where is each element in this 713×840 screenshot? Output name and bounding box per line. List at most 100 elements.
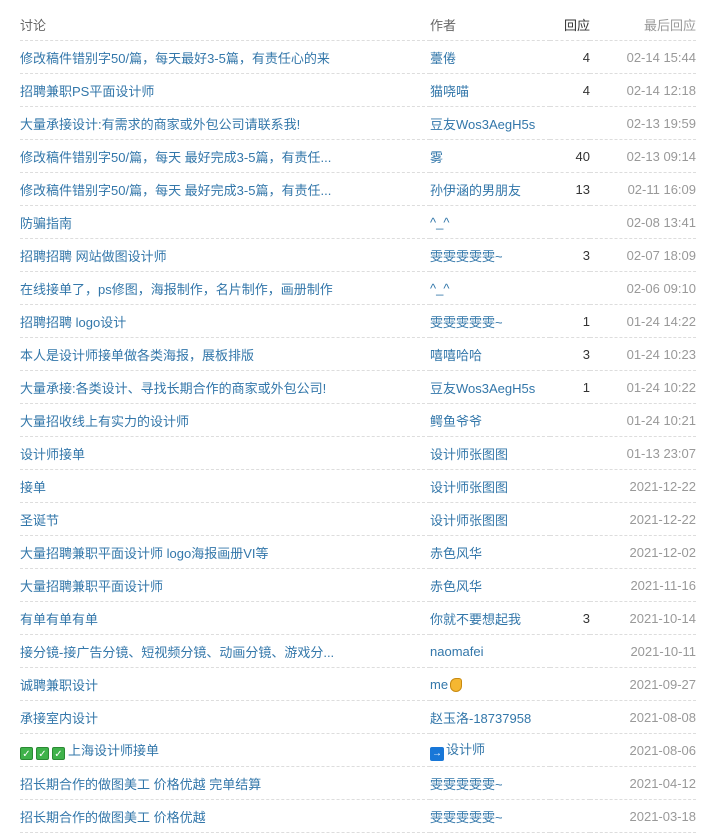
table-row: ✓ ✓ ✓ 上海设计师接单 → 设计师 2021-08-06 — [20, 733, 696, 767]
table-row: 承接室内设计 赵玉洛-18737958 2021-08-08 — [20, 700, 696, 734]
title-cell: 大量招聘兼职平面设计师 — [20, 568, 430, 602]
author-cell: me — [430, 667, 550, 701]
table-row: 大量招聘兼职平面设计师 赤色风华 2021-11-16 — [20, 568, 696, 602]
table-row: 本人是设计师接单做各类海报，展板排版 嘻嘻哈哈 3 01-24 10:23 — [20, 337, 696, 371]
title-cell: 本人是设计师接单做各类海报，展板排版 — [20, 337, 430, 371]
discussion-table: 讨论 作者 回应 最后回应 修改稿件错别字50/篇，每天最好3-5篇，有责任心的… — [20, 8, 696, 833]
author-link[interactable]: 雯雯雯雯雯~ — [430, 315, 503, 330]
topic-link[interactable]: 招长期合作的做图美工 价格优越 完单结算 — [20, 777, 261, 792]
author-link[interactable]: 孙伊涵的男朋友 — [430, 183, 521, 198]
table-row: 大量承接:各类设计、寻找长期合作的商家或外包公司! 豆友Wos3AegH5s 1 01… — [20, 370, 696, 404]
topic-link[interactable]: 设计师接单 — [20, 447, 85, 462]
author-link[interactable]: 雯雯雯雯雯~ — [430, 249, 503, 264]
last-reply-time: 02-06 09:10 — [590, 271, 696, 305]
last-reply-time: 2021-12-22 — [590, 469, 696, 503]
author-link[interactable]: 赵玉洛-18737958 — [430, 711, 531, 726]
last-reply-time: 2021-08-08 — [590, 700, 696, 734]
topic-link[interactable]: 招聘招聘 网站做图设计师 — [20, 249, 167, 264]
last-reply-time: 02-07 18:09 — [590, 238, 696, 272]
topic-link[interactable]: 招聘招聘 logo设计 — [20, 315, 126, 330]
topic-link[interactable]: 接单 — [20, 480, 46, 495]
author-link[interactable]: naomafei — [430, 644, 483, 659]
author-link[interactable]: 设计师 — [446, 742, 485, 757]
reply-count — [550, 106, 590, 140]
reply-count: 3 — [550, 601, 590, 635]
topic-link[interactable]: 在线接单了，ps修图，海报制作，名片制作，画册制作 — [20, 282, 333, 297]
title-cell: 圣诞节 — [20, 502, 430, 536]
topic-link[interactable]: 大量承接设计:有需求的商家或外包公司请联系我! — [20, 117, 300, 132]
last-reply-time: 02-13 09:14 — [590, 139, 696, 173]
author-cell: 雯雯雯雯雯~ — [430, 799, 550, 833]
author-link[interactable]: ^_^ — [430, 281, 449, 296]
title-cell: 招聘招聘 logo设计 — [20, 304, 430, 338]
header-author: 作者 — [430, 8, 550, 41]
topic-link[interactable]: 修改稿件错别字50/篇，每天 最好完成3-5篇，有责任... — [20, 183, 331, 198]
author-cell: 薹倦 — [430, 40, 550, 74]
author-link[interactable]: 你就不要想起我 — [430, 612, 521, 627]
author-cell: 鳄鱼爷爷 — [430, 403, 550, 437]
title-cell: 大量招收线上有实力的设计师 — [20, 403, 430, 437]
author-link[interactable]: 雯雯雯雯雯~ — [430, 810, 503, 825]
topic-link[interactable]: 承接室内设计 — [20, 711, 98, 726]
topic-link[interactable]: 修改稿件错别字50/篇，每天 最好完成3-5篇，有责任... — [20, 150, 331, 165]
author-link[interactable]: ^_^ — [430, 215, 449, 230]
author-cell: 孙伊涵的男朋友 — [430, 172, 550, 206]
topic-link[interactable]: 防骗指南 — [20, 216, 72, 231]
author-link[interactable]: 雾 — [430, 150, 443, 165]
reply-count — [550, 634, 590, 668]
topic-link[interactable]: 大量承接:各类设计、寻找长期合作的商家或外包公司! — [20, 381, 326, 396]
title-cell: 承接室内设计 — [20, 700, 430, 734]
table-row: 大量承接设计:有需求的商家或外包公司请联系我! 豆友Wos3AegH5s 02-13… — [20, 106, 696, 140]
topic-link[interactable]: 大量招聘兼职平面设计师 — [20, 579, 163, 594]
reply-count — [550, 799, 590, 833]
author-link[interactable]: 赤色风华 — [430, 579, 482, 594]
author-cell: 嘻嘻哈哈 — [430, 337, 550, 371]
topic-link[interactable]: 大量招收线上有实力的设计师 — [20, 414, 189, 429]
last-reply-time: 02-14 12:18 — [590, 73, 696, 107]
table-row: 诚聘兼职设计 me 2021-09-27 — [20, 667, 696, 701]
topic-link[interactable]: 修改稿件错别字50/篇，每天最好3-5篇，有责任心的来 — [20, 51, 330, 66]
check-mark-icon: ✓ — [20, 747, 33, 760]
topic-link[interactable]: 诚聘兼职设计 — [20, 678, 98, 693]
reply-count — [550, 436, 590, 470]
table-row: 有单有单有单 你就不要想起我 3 2021-10-14 — [20, 601, 696, 635]
topic-link[interactable]: 接分镜-接广告分镜、短视频分镜、动画分镜、游戏分... — [20, 645, 334, 660]
author-link[interactable]: 猫哓喵 — [430, 84, 469, 99]
reply-count: 3 — [550, 337, 590, 371]
table-row: 圣诞节 设计师张图图 2021-12-22 — [20, 502, 696, 536]
table-row: 招聘招聘 logo设计 雯雯雯雯雯~ 1 01-24 14:22 — [20, 304, 696, 338]
last-reply-time: 2021-04-12 — [590, 766, 696, 800]
last-reply-time: 01-24 10:23 — [590, 337, 696, 371]
header-replies: 回应 — [550, 8, 590, 41]
author-link[interactable]: 雯雯雯雯雯~ — [430, 777, 503, 792]
reply-count — [550, 502, 590, 536]
topic-link[interactable]: 圣诞节 — [20, 513, 59, 528]
topic-link[interactable]: 上海设计师接单 — [68, 743, 159, 758]
topic-link[interactable]: 有单有单有单 — [20, 612, 98, 627]
author-link[interactable]: 豆友Wos3AegH5s — [430, 117, 535, 132]
title-cell: 在线接单了，ps修图，海报制作，名片制作，画册制作 — [20, 271, 430, 305]
author-link[interactable]: 设计师张图图 — [430, 480, 508, 495]
author-link[interactable]: 赤色风华 — [430, 546, 482, 561]
author-cell: 设计师张图图 — [430, 469, 550, 503]
reply-count — [550, 733, 590, 767]
topic-link[interactable]: 招聘兼职PS平面设计师 — [20, 84, 154, 99]
author-link[interactable]: 设计师张图图 — [430, 447, 508, 462]
topic-link[interactable]: 大量招聘兼职平面设计师 logo海报画册VI等 — [20, 546, 268, 561]
last-reply-time: 2021-12-22 — [590, 502, 696, 536]
table-row: 大量招收线上有实力的设计师 鳄鱼爷爷 01-24 10:21 — [20, 403, 696, 437]
last-reply-time: 2021-12-02 — [590, 535, 696, 569]
topic-link[interactable]: 招长期合作的做图美工 价格优越 — [20, 810, 206, 825]
author-link[interactable]: me — [430, 677, 448, 692]
last-reply-time: 2021-08-06 — [590, 733, 696, 767]
table-header: 讨论 作者 回应 最后回应 — [20, 8, 696, 41]
last-reply-time: 02-08 13:41 — [590, 205, 696, 239]
author-link[interactable]: 豆友Wos3AegH5s — [430, 381, 535, 396]
author-link[interactable]: 薹倦 — [430, 51, 456, 66]
topic-link[interactable]: 本人是设计师接单做各类海报，展板排版 — [20, 348, 254, 363]
author-cell: 你就不要想起我 — [430, 601, 550, 635]
author-link[interactable]: 鳄鱼爷爷 — [430, 414, 482, 429]
author-link[interactable]: 设计师张图图 — [430, 513, 508, 528]
author-link[interactable]: 嘻嘻哈哈 — [430, 348, 482, 363]
flexed-biceps-icon — [450, 677, 463, 692]
